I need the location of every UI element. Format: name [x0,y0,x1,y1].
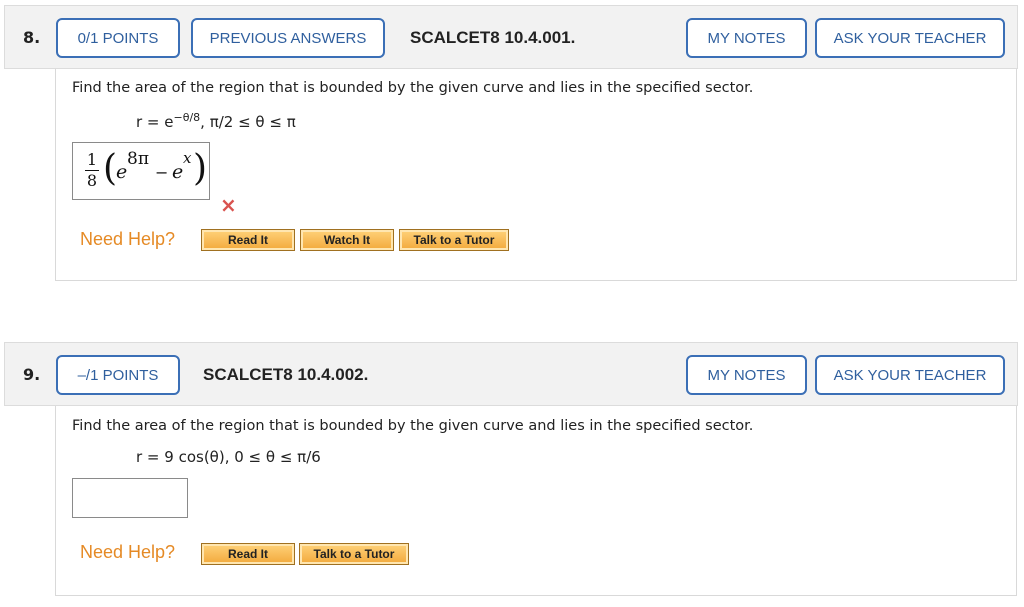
question-9-body: Find the area of the region that is boun… [55,406,1017,596]
term2-base: e [172,161,184,183]
term2-exponent: x [183,149,192,167]
points-button[interactable]: 0/1 POINTS [56,18,180,58]
question-code: SCALCET8 10.4.002. [203,365,369,384]
minus-sign: − [155,163,169,182]
need-help-label: Need Help? [80,542,176,562]
curve-base: r = e [136,113,174,131]
question-number: 9. [23,365,41,384]
curve-exponent: −θ/8 [173,111,201,124]
question-8-header: 8. 0/1 POINTS PREVIOUS ANSWERS SCALCET8 … [4,5,1018,69]
coefficient-fraction: 1 8 [85,151,99,190]
answer-input[interactable] [72,478,188,518]
fraction-denominator: 8 [86,171,98,190]
watch-it-button[interactable]: Watch It [300,229,394,251]
term1-exponent: 8π [127,149,149,169]
incorrect-x-icon: × [220,193,237,217]
ask-teacher-button[interactable]: ASK YOUR TEACHER [815,355,1005,395]
term1-base: e [116,161,128,183]
question-prompt: Find the area of the region that is boun… [72,80,754,96]
talk-to-tutor-button[interactable]: Talk to a Tutor [399,229,509,251]
close-paren: ) [193,148,208,189]
my-notes-button[interactable]: MY NOTES [686,355,807,395]
question-9-header: 9. –/1 POINTS SCALCET8 10.4.002. MY NOTE… [4,342,1018,406]
question-8-body: Find the area of the region that is boun… [55,69,1017,281]
curve-formula: r = e−θ/8, π/2 ≤ θ ≤ π [136,111,296,131]
fraction-numerator: 1 [86,150,98,169]
previous-answers-button[interactable]: PREVIOUS ANSWERS [191,18,385,58]
open-paren: ( [103,148,118,189]
need-help-label: Need Help? [80,229,176,249]
my-notes-button[interactable]: MY NOTES [686,18,807,58]
sector-range: , π/2 ≤ θ ≤ π [200,113,296,131]
answer-field[interactable]: 1 8 ( e 8π − e x ) [72,142,210,200]
question-code: SCALCET8 10.4.001. [410,28,576,47]
question-number: 8. [23,28,41,47]
read-it-button[interactable]: Read It [201,543,295,565]
talk-to-tutor-button[interactable]: Talk to a Tutor [299,543,409,565]
read-it-button[interactable]: Read It [201,229,295,251]
curve-formula: r = 9 cos(θ), 0 ≤ θ ≤ π/6 [136,448,321,466]
points-button[interactable]: –/1 POINTS [56,355,180,395]
question-prompt: Find the area of the region that is boun… [72,418,754,434]
ask-teacher-button[interactable]: ASK YOUR TEACHER [815,18,1005,58]
